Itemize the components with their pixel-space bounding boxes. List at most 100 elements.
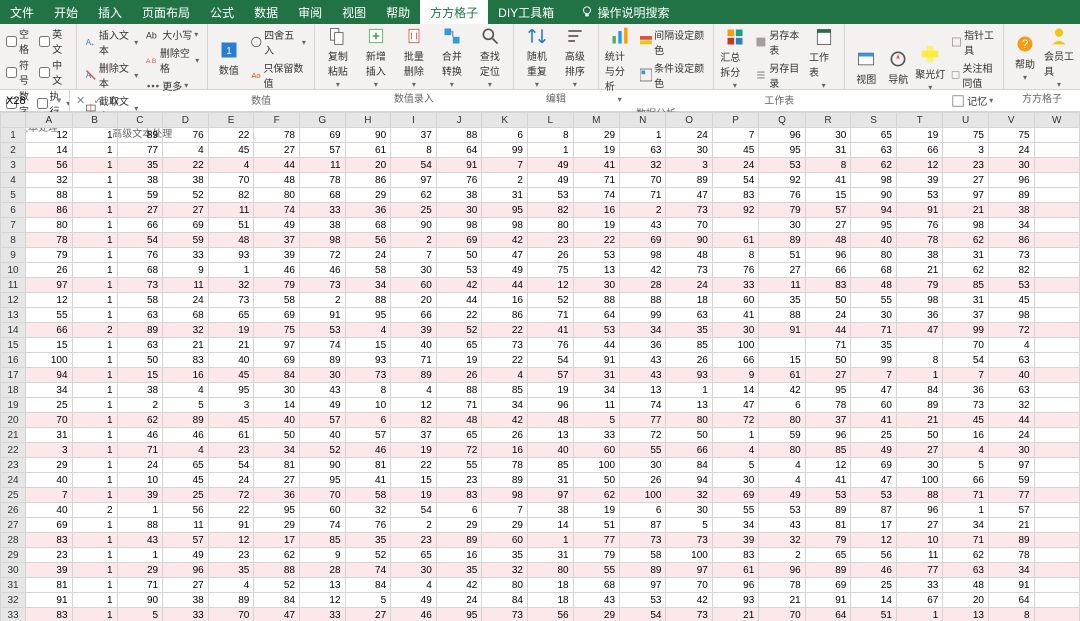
- cell[interactable]: 73: [666, 263, 712, 278]
- cell[interactable]: 13: [573, 263, 619, 278]
- cell[interactable]: 20: [345, 158, 391, 173]
- cell[interactable]: 98: [299, 233, 345, 248]
- cell[interactable]: 27: [896, 443, 942, 458]
- cell[interactable]: 9: [299, 548, 345, 563]
- cell[interactable]: [1034, 383, 1079, 398]
- cell[interactable]: 8: [896, 353, 942, 368]
- cell[interactable]: 74: [573, 188, 619, 203]
- cell[interactable]: 54: [620, 608, 666, 621]
- cell[interactable]: 84: [896, 383, 942, 398]
- btn-记忆[interactable]: 记忆 ▾: [949, 92, 997, 109]
- cell[interactable]: 9: [163, 263, 209, 278]
- cell[interactable]: 36: [254, 488, 300, 503]
- cell[interactable]: 95: [299, 473, 345, 488]
- cell[interactable]: 85: [527, 458, 573, 473]
- cell[interactable]: 33: [573, 428, 619, 443]
- cell[interactable]: 98: [851, 173, 897, 188]
- cell[interactable]: 1: [72, 518, 117, 533]
- cell[interactable]: 30: [712, 323, 758, 338]
- cell[interactable]: 59: [117, 188, 163, 203]
- cell[interactable]: 1: [527, 533, 573, 548]
- row-header[interactable]: 14: [1, 323, 26, 338]
- col-header-N[interactable]: N: [620, 113, 666, 128]
- cell[interactable]: 4: [163, 443, 209, 458]
- cell[interactable]: 63: [117, 308, 163, 323]
- cell[interactable]: 29: [436, 518, 482, 533]
- cell[interactable]: 55: [573, 563, 619, 578]
- cell[interactable]: 18: [527, 593, 573, 608]
- cell[interactable]: 11: [299, 158, 345, 173]
- cell[interactable]: 23: [26, 548, 72, 563]
- cell[interactable]: 48: [436, 413, 482, 428]
- cell[interactable]: 88: [620, 293, 666, 308]
- cell[interactable]: 34: [988, 563, 1034, 578]
- cell[interactable]: 16: [943, 428, 989, 443]
- cell[interactable]: 75: [254, 323, 300, 338]
- cell[interactable]: 43: [117, 533, 163, 548]
- cell[interactable]: 47: [254, 608, 300, 621]
- cell[interactable]: 44: [805, 323, 851, 338]
- cell[interactable]: 71: [117, 578, 163, 593]
- cell[interactable]: 30: [666, 143, 712, 158]
- cell[interactable]: 89: [988, 188, 1034, 203]
- cell[interactable]: 71: [436, 398, 482, 413]
- cell[interactable]: 39: [26, 563, 72, 578]
- cell[interactable]: 3: [666, 158, 712, 173]
- cell[interactable]: 50: [117, 353, 163, 368]
- cell[interactable]: 30: [851, 308, 897, 323]
- cell[interactable]: 60: [299, 503, 345, 518]
- cell[interactable]: 19: [391, 443, 437, 458]
- worksheet-button[interactable]: 工作表▾: [809, 26, 838, 91]
- cell[interactable]: 42: [482, 413, 528, 428]
- cell[interactable]: 24: [988, 428, 1034, 443]
- row-header[interactable]: 33: [1, 608, 26, 621]
- cell[interactable]: 84: [345, 578, 391, 593]
- cell[interactable]: 89: [805, 503, 851, 518]
- cell[interactable]: [1034, 413, 1079, 428]
- cell[interactable]: [1034, 173, 1079, 188]
- cell[interactable]: 47: [712, 398, 758, 413]
- cell[interactable]: 34: [254, 443, 300, 458]
- cell[interactable]: 95: [254, 503, 300, 518]
- btn-大小写[interactable]: Ab大小写 ▾: [144, 26, 201, 43]
- cell[interactable]: 53: [759, 158, 805, 173]
- cell[interactable]: 30: [666, 503, 712, 518]
- cell[interactable]: 45: [208, 143, 254, 158]
- cell[interactable]: 52: [254, 578, 300, 593]
- cell[interactable]: 36: [896, 308, 942, 323]
- cell[interactable]: 41: [805, 473, 851, 488]
- cell[interactable]: 7: [482, 158, 528, 173]
- cell[interactable]: 32: [759, 533, 805, 548]
- cell[interactable]: 98: [482, 218, 528, 233]
- cell[interactable]: [1034, 278, 1079, 293]
- cell[interactable]: 58: [620, 548, 666, 563]
- cell[interactable]: 51: [208, 218, 254, 233]
- cell[interactable]: [1034, 608, 1079, 621]
- cell[interactable]: 19: [573, 503, 619, 518]
- cell[interactable]: 31: [527, 548, 573, 563]
- cell[interactable]: 33: [299, 608, 345, 621]
- cell[interactable]: 41: [712, 308, 758, 323]
- cell[interactable]: 45: [163, 473, 209, 488]
- cell[interactable]: 38: [436, 188, 482, 203]
- cell[interactable]: 13: [299, 578, 345, 593]
- cell[interactable]: 27: [805, 368, 851, 383]
- cell[interactable]: 99: [482, 143, 528, 158]
- cell[interactable]: 32: [163, 323, 209, 338]
- cell[interactable]: 83: [436, 488, 482, 503]
- cell[interactable]: 53: [436, 263, 482, 278]
- cell[interactable]: 47: [896, 323, 942, 338]
- cell[interactable]: 42: [759, 383, 805, 398]
- cell[interactable]: 13: [666, 398, 712, 413]
- cell[interactable]: [1034, 128, 1079, 143]
- cell[interactable]: 95: [851, 218, 897, 233]
- btn-聚光灯[interactable]: 聚光灯▾: [915, 26, 945, 109]
- cell[interactable]: 23: [527, 233, 573, 248]
- chk-空格[interactable]: 空格: [6, 26, 37, 56]
- cell[interactable]: 99: [620, 308, 666, 323]
- cell[interactable]: 70: [620, 173, 666, 188]
- cell[interactable]: 74: [345, 563, 391, 578]
- cell[interactable]: 18: [666, 293, 712, 308]
- cell[interactable]: 13: [620, 383, 666, 398]
- cell[interactable]: 2: [482, 173, 528, 188]
